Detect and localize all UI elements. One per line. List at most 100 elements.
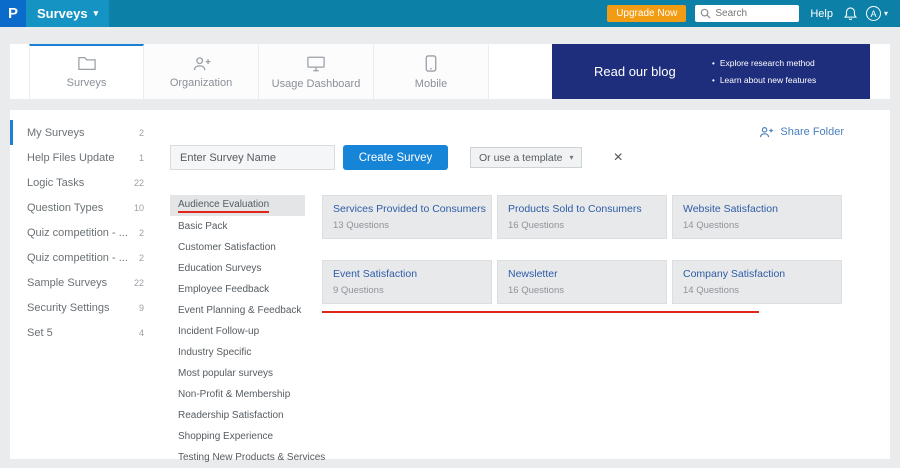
monitor-icon [307,56,325,72]
app-logo[interactable]: P [0,0,26,27]
close-icon[interactable]: × [613,149,622,166]
category-readership-satisfaction[interactable]: Readership Satisfaction [170,405,305,426]
create-survey-button[interactable]: Create Survey [343,145,448,170]
banner-bullet: • Explore research method [712,58,815,68]
tab-label: Mobile [414,78,448,90]
tab-organization[interactable]: Organization [144,44,259,99]
person-plus-icon [758,126,774,138]
avatar: A [865,6,881,21]
tab-label: Usage Dashboard [271,77,361,90]
template-card-questions: 9 Questions [333,285,384,296]
sidebar-item-quiz-competition-1[interactable]: Quiz competition - ... 2 [10,220,160,245]
bullet-dot-icon: • [712,75,715,85]
template-dropdown[interactable]: Or use a template ▾ [470,147,583,168]
template-card-title: Services Provided to Consumers [333,203,486,215]
account-menu[interactable]: A ▾ [865,6,888,21]
folder-icon [77,56,96,71]
category-incident-follow-up[interactable]: Incident Follow-up [170,321,305,342]
top-bar: P Surveys ▾ Upgrade Now Help A ▾ [0,0,900,27]
bullet-dot-icon: • [712,58,715,68]
survey-name-input[interactable] [170,145,335,170]
template-card-title: Company Satisfaction [683,268,786,280]
template-card-title: Event Satisfaction [333,268,418,280]
template-card[interactable]: Services Provided to Consumers 13 Questi… [322,195,492,239]
sidebar-item-count: 22 [133,177,144,188]
sidebar-item-label: Security Settings [27,301,110,314]
category-basic-pack[interactable]: Basic Pack [170,216,305,237]
template-dropdown-label: Or use a template [479,151,563,164]
sidebar-item-label: Quiz competition - ... [27,251,128,264]
upgrade-now-button[interactable]: Upgrade Now [607,5,687,22]
help-link[interactable]: Help [810,8,833,20]
sidebar-item-quiz-competition-2[interactable]: Quiz competition - ... 2 [10,245,160,270]
sidebar-item-question-types[interactable]: Question Types 10 [10,195,160,220]
template-card[interactable]: Products Sold to Consumers 16 Questions [497,195,667,239]
search-input[interactable] [715,8,796,19]
category-most-popular-surveys[interactable]: Most popular surveys [170,363,305,384]
template-card-questions: 14 Questions [683,220,739,231]
share-folder-button[interactable]: Share Folder [758,126,844,138]
sidebar-item-count: 2 [138,127,144,138]
category-shopping-experience[interactable]: Shopping Experience [170,426,305,447]
sidebar-item-label: Question Types [27,201,104,214]
category-event-planning-feedback[interactable]: Event Planning & Feedback [170,300,305,321]
template-category-list: Audience Evaluation Basic Pack Customer … [170,195,325,468]
template-card[interactable]: Event Satisfaction 9 Questions [322,260,492,304]
template-card-questions: 16 Questions [508,220,564,231]
template-card[interactable]: Company Satisfaction 14 Questions [672,260,842,304]
global-search[interactable] [695,5,800,22]
main-panel: My Surveys 2 Help Files Update 1 Logic T… [10,110,890,463]
sidebar-item-security-settings[interactable]: Security Settings 9 [10,295,160,320]
category-audience-evaluation[interactable]: Audience Evaluation [170,195,305,216]
product-menu-label: Surveys [37,6,88,21]
tab-bar: Surveys Organization Usage Dashboard Mob… [10,44,890,99]
template-card-questions: 14 Questions [683,285,739,296]
tab-surveys[interactable]: Surveys [29,44,144,99]
sidebar-item-logic-tasks[interactable]: Logic Tasks 22 [10,170,160,195]
category-non-profit-membership[interactable]: Non-Profit & Membership [170,384,305,405]
tab-usage-dashboard[interactable]: Usage Dashboard [259,44,374,99]
sidebar-item-count: 2 [138,252,144,263]
notifications-bell-icon[interactable] [844,6,857,21]
sidebar-item-label: Help Files Update [27,151,115,164]
logo-letter: P [7,5,18,22]
product-menu[interactable]: Surveys ▾ [26,0,110,27]
template-card[interactable]: Website Satisfaction 14 Questions [672,195,842,239]
read-blog-banner[interactable]: Read our blog • Explore research method •… [552,44,870,99]
sidebar-item-label: My Surveys [27,126,85,139]
banner-bullet: • Learn about new features [712,75,817,85]
chevron-down-icon: ▾ [93,8,99,18]
template-cards: Services Provided to Consumers 13 Questi… [322,195,842,304]
sidebar-item-set-5[interactable]: Set 5 4 [10,320,160,345]
sidebar-item-help-files-update[interactable]: Help Files Update 1 [10,145,160,170]
template-card[interactable]: Newsletter 16 Questions [497,260,667,304]
chevron-down-icon: ▾ [569,153,574,162]
sidebar-item-count: 10 [133,202,144,213]
tab-label: Surveys [66,77,107,89]
sidebar-item-count: 9 [138,302,144,313]
banner-bullets: • Explore research method • Learn about ne… [712,58,816,85]
category-employee-feedback[interactable]: Employee Feedback [170,279,305,300]
template-card-questions: 16 Questions [508,285,564,296]
sidebar-item-my-surveys[interactable]: My Surveys 2 [10,120,160,145]
category-education-surveys[interactable]: Education Surveys [170,258,305,279]
folders-sidebar: My Surveys 2 Help Files Update 1 Logic T… [10,120,160,345]
chevron-down-icon: ▾ [883,9,888,18]
sidebar-item-label: Quiz competition - ... [27,226,128,239]
template-card-title: Newsletter [508,268,558,280]
tab-label: Organization [169,77,233,89]
category-industry-specific[interactable]: Industry Specific [170,342,305,363]
create-survey-toolbar: Create Survey Or use a template ▾ × [170,145,623,170]
sidebar-item-label: Logic Tasks [27,176,85,189]
sidebar-item-sample-surveys[interactable]: Sample Surveys 22 [10,270,160,295]
sidebar-item-label: Sample Surveys [27,276,108,289]
annotation-underline [322,311,759,313]
smartphone-icon [425,55,437,72]
tab-mobile[interactable]: Mobile [374,44,489,99]
banner-title: Read our blog [594,64,676,79]
template-card-title: Products Sold to Consumers [508,203,642,215]
share-folder-label: Share Folder [780,126,844,138]
category-testing-new-products[interactable]: Testing New Products & Services [170,447,325,468]
category-customer-satisfaction[interactable]: Customer Satisfaction [170,237,305,258]
sidebar-item-count: 4 [138,327,144,338]
